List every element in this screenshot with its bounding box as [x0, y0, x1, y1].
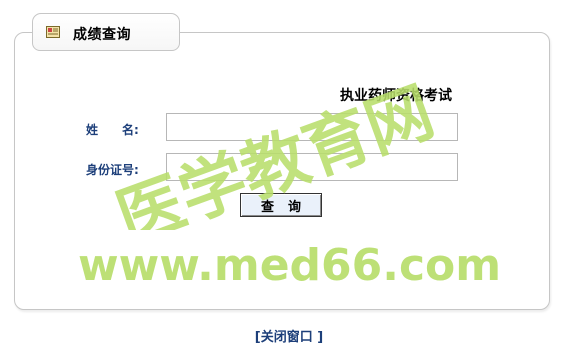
certificate-icon [46, 26, 60, 38]
name-input[interactable] [166, 113, 458, 141]
tab-title: 成绩查询 [73, 27, 131, 43]
name-label: 姓 名: [86, 123, 139, 137]
query-button[interactable]: 查询 [240, 193, 322, 217]
id-number-input[interactable] [166, 153, 458, 181]
exam-title-text: 执业药师资格考试 [340, 88, 452, 104]
score-query-window: 成绩查询 执业药师资格考试 姓 名: 身份证号: 查询 医学教育网 www.me… [0, 0, 570, 348]
header-tab: 成绩查询 [32, 13, 180, 51]
close-window-link[interactable]: [关闭窗口 ] [0, 326, 570, 345]
id-number-label: 身份证号: [86, 163, 139, 177]
